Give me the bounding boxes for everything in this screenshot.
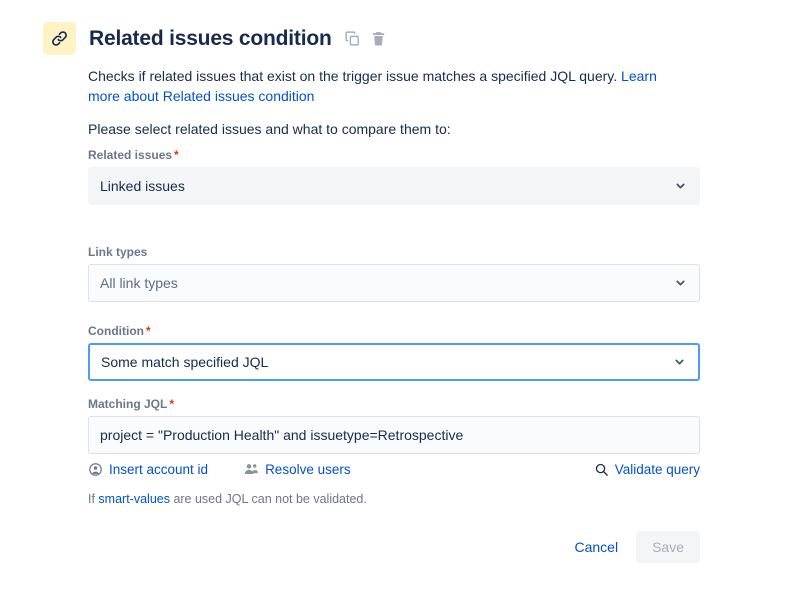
jql-hint-text: If smart-values are used JQL can not be … xyxy=(88,490,367,508)
person-icon xyxy=(88,462,103,477)
instruction-text: Please select related issues and what to… xyxy=(88,119,451,139)
matching-jql-input[interactable]: project = "Production Health" and issuet… xyxy=(88,416,700,454)
link-types-select[interactable]: All link types xyxy=(88,264,700,302)
validate-query-button[interactable]: Validate query xyxy=(594,462,700,477)
title-actions xyxy=(344,30,387,47)
resolve-users-button[interactable]: Resolve users xyxy=(243,461,351,477)
people-icon xyxy=(243,461,259,477)
hint-prefix: If xyxy=(88,492,98,506)
required-asterisk: * xyxy=(169,397,174,411)
chevron-down-icon xyxy=(674,277,687,290)
description-text: Checks if related issues that exist on t… xyxy=(88,68,621,84)
field-label-condition: Condition* xyxy=(88,323,700,339)
panel-header: Related issues condition xyxy=(43,22,387,55)
field-label-matching-jql: Matching JQL* xyxy=(88,396,700,412)
duplicate-icon[interactable] xyxy=(344,30,361,47)
matching-jql-value: project = "Production Health" and issuet… xyxy=(100,427,463,443)
search-icon xyxy=(594,462,609,477)
delete-icon[interactable] xyxy=(370,30,387,47)
validate-query-label: Validate query xyxy=(615,462,700,477)
page-title: Related issues condition xyxy=(89,28,332,49)
smart-values-link[interactable]: smart-values xyxy=(98,492,170,506)
field-label-link-types: Link types xyxy=(88,244,700,260)
condition-value: Some match specified JQL xyxy=(101,354,268,370)
cancel-button[interactable]: Cancel xyxy=(562,531,630,563)
chevron-down-icon xyxy=(674,180,687,193)
condition-select[interactable]: Some match specified JQL xyxy=(88,343,700,381)
chevron-down-icon xyxy=(673,356,686,369)
field-label-related-issues: Related issues* xyxy=(88,147,700,163)
field-matching-jql: Matching JQL* project = "Production Heal… xyxy=(88,396,700,454)
insert-account-id-label: Insert account id xyxy=(109,462,208,477)
required-asterisk: * xyxy=(146,324,151,338)
link-types-value: All link types xyxy=(100,275,178,291)
related-issues-select[interactable]: Linked issues xyxy=(88,167,700,205)
hint-suffix: are used JQL can not be validated. xyxy=(170,492,367,506)
panel-description: Checks if related issues that exist on t… xyxy=(88,66,688,106)
field-condition: Condition* Some match specified JQL xyxy=(88,323,700,381)
save-button[interactable]: Save xyxy=(636,531,700,563)
field-link-types: Link types All link types xyxy=(88,244,700,302)
related-issues-value: Linked issues xyxy=(100,178,185,194)
resolve-users-label: Resolve users xyxy=(265,462,351,477)
insert-account-id-button[interactable]: Insert account id xyxy=(88,462,208,477)
jql-action-links: Insert account id Resolve users xyxy=(88,461,700,477)
required-asterisk: * xyxy=(174,148,179,162)
link-chain-icon xyxy=(43,22,76,55)
panel-footer: Cancel Save xyxy=(88,531,700,563)
related-issues-condition-panel: Related issues condition xyxy=(0,0,793,608)
field-related-issues: Related issues* Linked issues xyxy=(88,147,700,205)
